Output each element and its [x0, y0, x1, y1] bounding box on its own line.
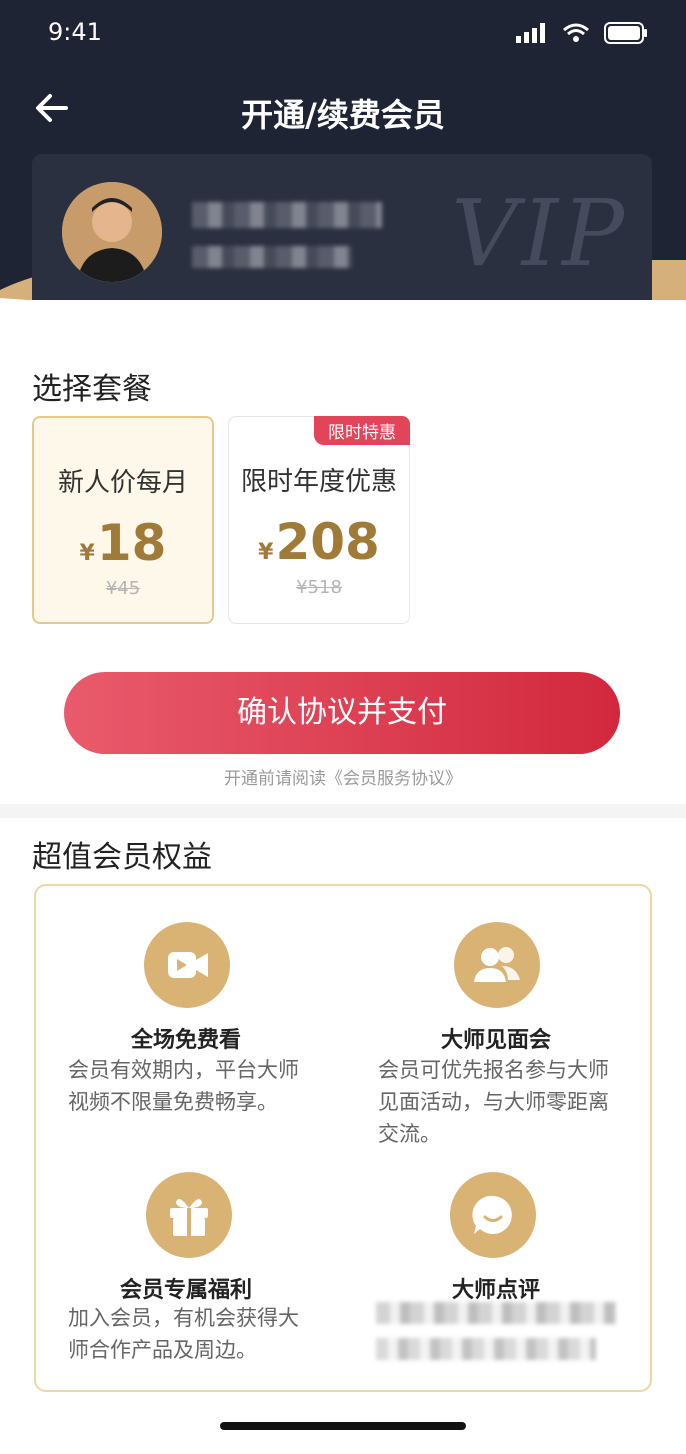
- vip-watermark: VIP: [451, 180, 628, 287]
- page-title: 开通/续费会员: [241, 96, 445, 134]
- section-divider: [0, 804, 686, 818]
- benefit-desc: 会员有效期内，平台大师视频不限量免费畅享。: [68, 1058, 299, 1114]
- plan-price: ¥208: [258, 513, 380, 571]
- plan-name: 新人价每月: [57, 468, 188, 498]
- plan-name: 限时年度优惠: [240, 467, 397, 497]
- plans-section-title: 选择套餐: [32, 372, 152, 407]
- status-bar: 9:41: [0, 0, 686, 70]
- benefit-desc-redacted: [376, 1338, 596, 1360]
- gift-icon: [146, 1172, 232, 1258]
- agreement-link[interactable]: 开通前请阅读《会员服务协议》: [0, 764, 686, 789]
- users-icon: [454, 922, 540, 1008]
- confirm-pay-button[interactable]: 确认协议并支付: [64, 672, 620, 754]
- benefit-desc: 加入会员，有机会获得大师合作产品及周边。: [68, 1306, 299, 1362]
- video-icon: [144, 922, 230, 1008]
- wifi-icon: [563, 23, 589, 42]
- username-redacted: [192, 202, 382, 228]
- signal-icon: [516, 23, 545, 43]
- plan-monthly[interactable]: 新人价每月 ¥18 ¥45: [32, 416, 214, 624]
- plan-price: ¥18: [79, 514, 167, 572]
- plan-original-price: ¥45: [105, 578, 141, 599]
- benefit-desc: 会员可优先报名参与大师见面活动，与大师零距离交流。: [378, 1058, 609, 1146]
- plan-original-price: ¥518: [296, 577, 342, 598]
- benefit-name: 大师点评: [451, 1278, 540, 1303]
- home-indicator: [220, 1422, 466, 1430]
- nav-bar: 开通/续费会员: [0, 78, 686, 142]
- plan-badge: 限时特惠: [314, 416, 410, 445]
- benefit-name: 大师见面会: [440, 1028, 551, 1053]
- benefit-desc-redacted: [376, 1302, 616, 1324]
- member-info-redacted: [192, 246, 352, 268]
- plan-yearly[interactable]: 限时特惠 限时年度优惠 ¥208 ¥518: [228, 416, 410, 624]
- benefits-panel: 全场免费看 会员有效期内，平台大师视频不限量免费畅享。 大师见面会 会员可优先报…: [34, 884, 652, 1392]
- status-time: 9:41: [48, 18, 102, 46]
- avatar: [62, 182, 162, 282]
- benefits-section-title: 超值会员权益: [32, 840, 212, 875]
- battery-icon: [604, 22, 647, 44]
- benefit-name: 全场免费看: [130, 1028, 241, 1053]
- benefit-name: 会员专属福利: [119, 1278, 252, 1303]
- chat-icon: [450, 1172, 536, 1258]
